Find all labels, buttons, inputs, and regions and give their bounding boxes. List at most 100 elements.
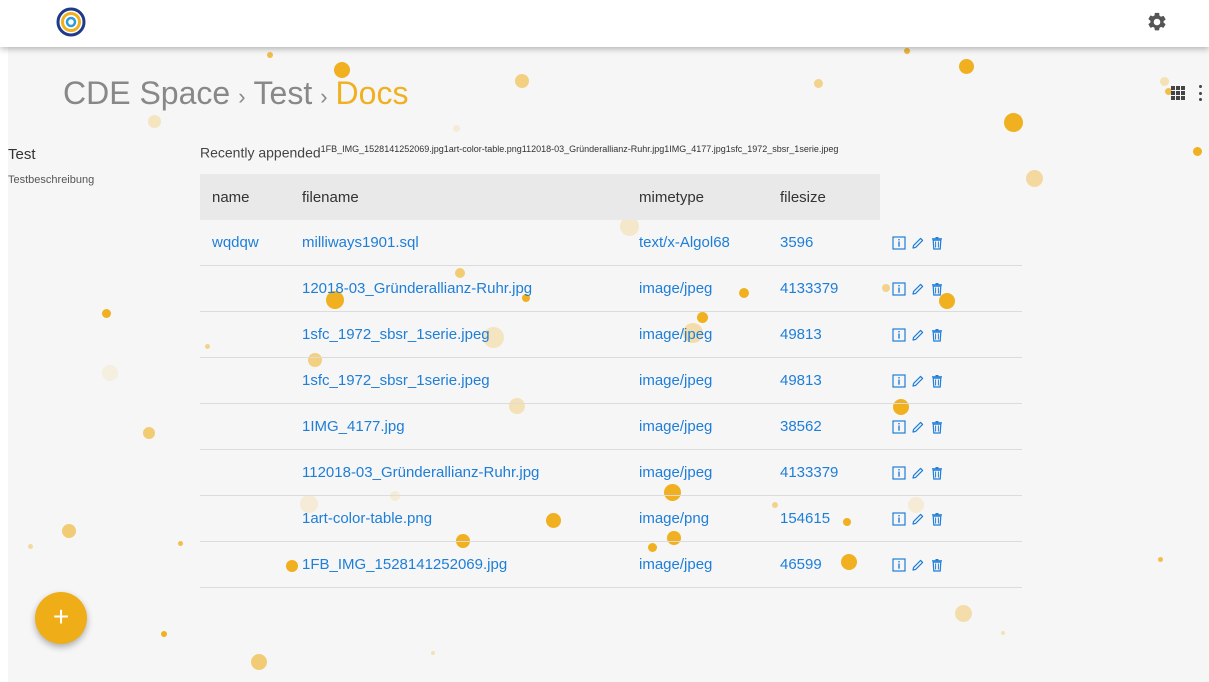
grid-view-icon[interactable] [1171, 86, 1185, 100]
decorative-bubble [1158, 557, 1163, 562]
decorative-bubble [28, 544, 33, 549]
info-icon[interactable] [892, 235, 906, 250]
filename-link[interactable]: 1sfc_1972_sbsr_1serie.jpeg [302, 326, 490, 343]
decorative-bubble [161, 631, 167, 637]
decorative-bubble [1160, 77, 1169, 86]
decorative-bubble [178, 541, 183, 546]
decorative-bubble [102, 365, 118, 381]
filename-link[interactable]: 12018-03_Gründerallianz-Ruhr.jpg [302, 280, 532, 297]
cell-filename: 1IMG_4177.jpg [290, 403, 627, 450]
mimetype-link[interactable]: image/jpeg [639, 464, 712, 481]
info-icon[interactable] [892, 465, 906, 480]
cell-name [200, 265, 290, 312]
documents-table: name filename mimetype filesize wqdqw mil… [200, 174, 1022, 588]
cell-name [200, 495, 290, 542]
info-icon[interactable] [892, 373, 906, 388]
filesize-link[interactable]: 49813 [780, 372, 822, 389]
info-icon[interactable] [892, 327, 906, 342]
mimetype-link[interactable]: image/jpeg [639, 372, 712, 389]
cell-actions [880, 311, 1022, 358]
edit-icon[interactable] [911, 558, 925, 572]
filesize-link[interactable]: 46599 [780, 556, 822, 573]
decorative-bubble [267, 52, 273, 58]
column-header-mimetype[interactable]: mimetype [627, 174, 768, 220]
mimetype-link[interactable]: image/jpeg [639, 326, 712, 343]
decorative-bubble [814, 79, 823, 88]
edit-icon[interactable] [911, 512, 925, 526]
table-row: 1art-color-table.png image/png 154615 [200, 495, 1022, 542]
mimetype-link[interactable]: image/jpeg [639, 418, 712, 435]
info-icon[interactable] [892, 419, 906, 434]
delete-icon[interactable] [930, 466, 944, 480]
filename-link[interactable]: 1sfc_1972_sbsr_1serie.jpeg [302, 372, 490, 389]
delete-icon[interactable] [930, 512, 944, 526]
cell-actions [880, 403, 1022, 450]
decorative-bubble [62, 524, 76, 538]
add-document-button[interactable]: + [35, 592, 87, 644]
delete-icon[interactable] [930, 420, 944, 434]
delete-icon[interactable] [930, 558, 944, 572]
logo-icon[interactable] [55, 6, 87, 38]
decorative-bubble [431, 651, 435, 655]
info-icon[interactable] [892, 281, 906, 296]
filesize-link[interactable]: 4133379 [780, 464, 838, 481]
cell-filename: 1sfc_1972_sbsr_1serie.jpeg [290, 311, 627, 358]
delete-icon[interactable] [930, 374, 944, 388]
filename-link[interactable]: 1IMG_4177.jpg [302, 418, 405, 435]
cell-filesize: 49813 [768, 311, 880, 358]
filesize-link[interactable]: 49813 [780, 326, 822, 343]
cell-mimetype: image/jpeg [627, 541, 768, 588]
document-name-link[interactable]: wqdqw [212, 234, 259, 251]
edit-icon[interactable] [911, 466, 925, 480]
gear-icon[interactable] [1146, 11, 1168, 33]
cell-filename: milliways1901.sql [290, 220, 627, 266]
breadcrumb: CDE Space › Test › Docs [63, 75, 408, 112]
mimetype-link[interactable]: image/png [639, 510, 709, 527]
info-icon[interactable] [892, 557, 906, 572]
edit-icon[interactable] [911, 328, 925, 342]
filesize-link[interactable]: 3596 [780, 234, 813, 251]
column-header-name[interactable]: name [200, 174, 290, 220]
column-header-filesize[interactable]: filesize [768, 174, 880, 220]
info-icon[interactable] [892, 511, 906, 526]
breadcrumb-item-test[interactable]: Test [254, 75, 313, 112]
cell-actions [880, 220, 1022, 266]
edit-icon[interactable] [911, 374, 925, 388]
filename-link[interactable]: 1FB_IMG_1528141252069.jpg [302, 556, 507, 573]
delete-icon[interactable] [930, 236, 944, 250]
edit-icon[interactable] [911, 282, 925, 296]
column-header-filename[interactable]: filename [290, 174, 627, 220]
mimetype-link[interactable]: image/jpeg [639, 280, 712, 297]
top-bar [0, 0, 1209, 47]
edit-icon[interactable] [911, 420, 925, 434]
edit-icon[interactable] [911, 236, 925, 250]
cell-filename: 1FB_IMG_1528141252069.jpg [290, 541, 627, 588]
filename-link[interactable]: milliways1901.sql [302, 234, 419, 251]
filesize-link[interactable]: 154615 [780, 510, 830, 527]
cell-filename: 1sfc_1972_sbsr_1serie.jpeg [290, 357, 627, 404]
decorative-bubble [143, 427, 155, 439]
table-row: 12018-03_Gründerallianz-Ruhr.jpg image/jp… [200, 265, 1022, 312]
cell-actions [880, 357, 1022, 404]
delete-icon[interactable] [930, 328, 944, 342]
recently-appended: Recently appended1FB_IMG_1528141252069.j… [200, 144, 838, 161]
table-row: 1sfc_1972_sbsr_1serie.jpeg image/jpeg 4981… [200, 357, 1022, 404]
table-row: 1sfc_1972_sbsr_1serie.jpeg image/jpeg 4981… [200, 311, 1022, 358]
filename-link[interactable]: 1art-color-table.png [302, 510, 432, 527]
decorative-bubble [1026, 170, 1043, 187]
filesize-link[interactable]: 4133379 [780, 280, 838, 297]
filename-link[interactable]: 112018-03_Gründerallianz-Ruhr.jpg [302, 464, 539, 481]
mimetype-link[interactable]: image/jpeg [639, 556, 712, 573]
cell-filename: 12018-03_Gründerallianz-Ruhr.jpg [290, 265, 627, 312]
cell-filesize: 4133379 [768, 265, 880, 312]
filesize-link[interactable]: 38562 [780, 418, 822, 435]
table-row: 112018-03_Gründerallianz-Ruhr.jpg image/j… [200, 449, 1022, 496]
cell-mimetype: image/jpeg [627, 265, 768, 312]
decorative-bubble [955, 605, 972, 622]
decorative-bubble [959, 59, 974, 74]
mimetype-link[interactable]: text/x-Algol68 [639, 234, 730, 251]
delete-icon[interactable] [930, 282, 944, 296]
cell-filesize: 4133379 [768, 449, 880, 496]
more-vert-icon[interactable] [1199, 85, 1203, 101]
breadcrumb-item-space[interactable]: CDE Space [63, 75, 230, 112]
